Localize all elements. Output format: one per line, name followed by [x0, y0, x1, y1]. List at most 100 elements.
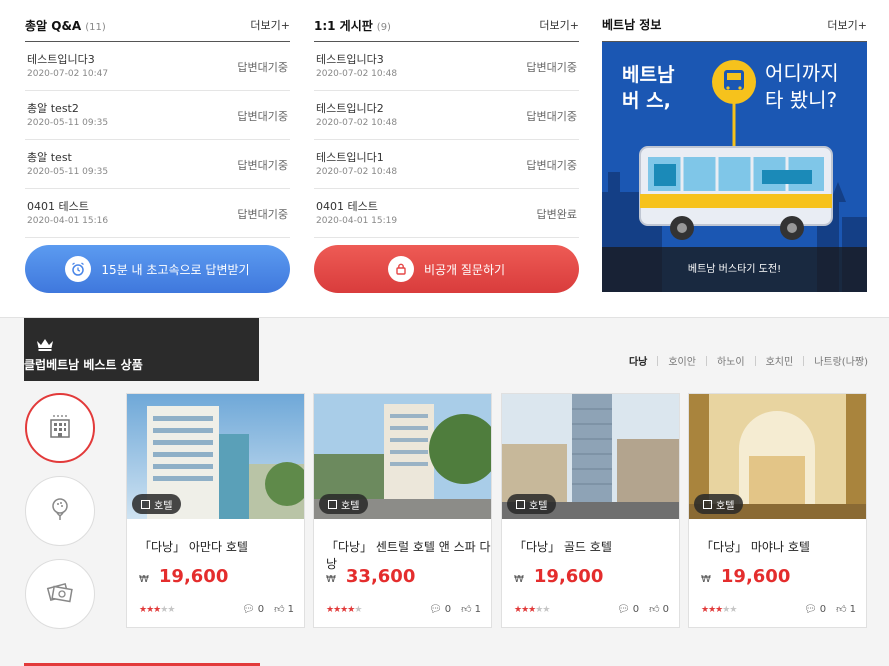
- board-more-link[interactable]: 더보기+: [539, 17, 579, 33]
- currency-symbol: ₩: [701, 574, 711, 585]
- board-list-item[interactable]: 테스트입니다1 2020-07-02 10:48 답변대기중: [314, 140, 579, 189]
- city-tab-hanoi[interactable]: 하노이: [717, 353, 745, 368]
- star-icon: ★: [729, 605, 737, 615]
- hotel-icon: [328, 499, 337, 509]
- board-item-status: 답변완료: [536, 208, 577, 221]
- bus-banner[interactable]: 베트남 버 스, 어디까지 타 봤니? 베트남 버스타기 도전!: [602, 42, 867, 292]
- city-filter: 다낭 호이안 하노이 호치민 나트랑(나짱): [629, 353, 868, 368]
- board-panel: 1:1 게시판 (9) 더보기+ 테스트입니다3 2020-07-02 10:48…: [314, 8, 579, 238]
- product-card[interactable]: 호텔 「다낭」 아만다 호텔 ₩19,600 ★★★★★ 💬︎ 0 👍︎ 1: [126, 393, 305, 628]
- product-price: ₩33,600: [326, 566, 415, 587]
- hotel-icon: [141, 499, 150, 509]
- board-item-status: 답변대기중: [526, 110, 577, 123]
- product-card[interactable]: 호텔 「다낭」 센트럴 호텔 앤 스파 다낭 ₩33,600 ★★★★★ 💬︎ 0…: [313, 393, 492, 628]
- product-rating: ★★★★★: [139, 605, 175, 615]
- qna-item-title: 총알 test2: [27, 102, 79, 115]
- product-badge: 호텔: [132, 494, 182, 514]
- divider: [705, 355, 707, 366]
- private-question-button[interactable]: 비공개 질문하기: [314, 245, 579, 293]
- star-icon: ★: [354, 605, 362, 615]
- board-count: (9): [376, 22, 391, 33]
- qna-item-status: 답변대기중: [237, 61, 288, 74]
- category-money-button[interactable]: [25, 559, 95, 629]
- product-meta: 💬︎ 0 👍︎ 1: [426, 603, 481, 616]
- product-card[interactable]: 호텔 「다낭」 골드 호텔 ₩19,600 ★★★★★ 💬︎ 0 👍︎ 0: [501, 393, 680, 628]
- board-list-item[interactable]: 테스트입니다3 2020-07-02 10:48 답변대기중: [314, 42, 579, 91]
- qna-item-title: 총알 test: [27, 151, 72, 164]
- alarm-clock-icon: [65, 256, 92, 282]
- product-meta: 💬︎ 0 👍︎ 1: [801, 603, 856, 616]
- product-meta: 💬︎ 0 👍︎ 0: [614, 603, 669, 616]
- hotel-icon: [516, 499, 525, 509]
- board-list-item[interactable]: 테스트입니다2 2020-07-02 10:48 답변대기중: [314, 91, 579, 140]
- like-count: 1: [474, 603, 481, 615]
- info-more-link[interactable]: 더보기+: [827, 17, 867, 33]
- product-image: 호텔: [689, 394, 866, 519]
- qna-list-item[interactable]: 테스트입니다3 2020-07-02 10:47 답변대기중: [25, 42, 290, 91]
- qna-item-status: 답변대기중: [237, 159, 288, 172]
- building-icon: [47, 413, 73, 443]
- qna-item-date: 2020-05-11 09:35: [27, 167, 109, 177]
- qna-list-item[interactable]: 0401 테스트 2020-04-01 15:16 답변대기중: [25, 189, 290, 238]
- divider: [803, 355, 805, 366]
- city-tab-hochiminh[interactable]: 호치민: [766, 353, 794, 368]
- banner-headline-right-line: 타 봤니?: [765, 88, 838, 112]
- qna-item-date: 2020-04-01 15:16: [27, 216, 109, 226]
- qna-more-link[interactable]: 더보기+: [250, 17, 290, 33]
- product-badge-label: 호텔: [341, 500, 360, 512]
- qna-item-date: 2020-05-11 09:35: [27, 118, 109, 128]
- currency-symbol: ₩: [139, 574, 149, 585]
- board-header: 1:1 게시판 (9) 더보기+: [314, 8, 579, 42]
- fast-answer-button[interactable]: 15분 내 초고속으로 답변받기: [25, 245, 290, 293]
- golf-icon: [47, 496, 73, 526]
- qna-list-item[interactable]: 총알 test 2020-05-11 09:35 답변대기중: [25, 140, 290, 189]
- qna-item-status: 답변대기중: [237, 110, 288, 123]
- city-tab-nhatrang[interactable]: 나트랑(나짱): [814, 353, 868, 368]
- board-list-item[interactable]: 0401 테스트 2020-04-01 15:19 답변완료: [314, 189, 579, 238]
- product-meta: 💬︎ 0 👍︎ 1: [239, 603, 294, 616]
- star-icon: ★: [542, 605, 550, 615]
- board-item-title: 0401 테스트: [316, 200, 378, 213]
- price-value: 33,600: [345, 566, 416, 587]
- comment-count: 0: [819, 603, 827, 615]
- thumbs-up-icon[interactable]: 👍︎: [836, 603, 846, 615]
- banner-caption: 베트남 버스타기 도전!: [687, 264, 782, 275]
- star-icon: ★: [167, 605, 175, 615]
- city-tab-hoian[interactable]: 호이안: [668, 353, 696, 368]
- divider: [657, 355, 659, 366]
- comment-icon: 💬︎: [804, 603, 817, 615]
- lock-icon: [387, 256, 414, 282]
- board-item-title: 테스트입니다2: [316, 102, 384, 115]
- product-card[interactable]: 호텔 「다낭」 마야나 호텔 ₩19,600 ★★★★★ 💬︎ 0 👍︎ 1: [688, 393, 867, 628]
- product-badge-label: 호텔: [529, 500, 548, 512]
- product-badge-label: 호텔: [154, 500, 173, 512]
- price-value: 19,600: [533, 566, 604, 587]
- category-hotel-button[interactable]: [25, 393, 95, 463]
- board-item-date: 2020-07-02 10:48: [316, 69, 398, 79]
- thumbs-up-icon[interactable]: 👍︎: [461, 603, 471, 615]
- comment-count: 0: [632, 603, 640, 615]
- thumbs-up-icon[interactable]: 👍︎: [274, 603, 284, 615]
- product-price: ₩19,600: [514, 566, 603, 587]
- thumbs-up-icon[interactable]: 👍︎: [649, 603, 659, 615]
- city-tab-danang[interactable]: 다낭: [629, 353, 647, 368]
- product-rating: ★★★★★: [514, 605, 550, 615]
- like-count: 1: [849, 603, 856, 615]
- product-image: 호텔: [502, 394, 679, 519]
- comment-icon: 💬︎: [617, 603, 630, 615]
- qna-title-wrap: 총알 Q&A (11): [25, 15, 106, 34]
- info-title: 베트남 정보: [602, 18, 662, 32]
- board-item-date: 2020-07-02 10:48: [316, 167, 398, 177]
- price-value: 19,600: [158, 566, 229, 587]
- product-badge: 호텔: [507, 494, 557, 514]
- qna-list-item[interactable]: 총알 test2 2020-05-11 09:35 답변대기중: [25, 91, 290, 140]
- product-badge-label: 호텔: [716, 500, 735, 512]
- best-title: 클럽베트남 베스트 상품: [24, 358, 143, 372]
- qna-item-date: 2020-07-02 10:47: [27, 69, 109, 79]
- like-count: 1: [287, 603, 294, 615]
- category-golf-button[interactable]: [25, 476, 95, 546]
- qna-item-title: 테스트입니다3: [27, 53, 95, 66]
- qna-count: (11): [85, 22, 106, 33]
- board-item-date: 2020-07-02 10:48: [316, 118, 398, 128]
- product-image: 호텔: [314, 394, 491, 519]
